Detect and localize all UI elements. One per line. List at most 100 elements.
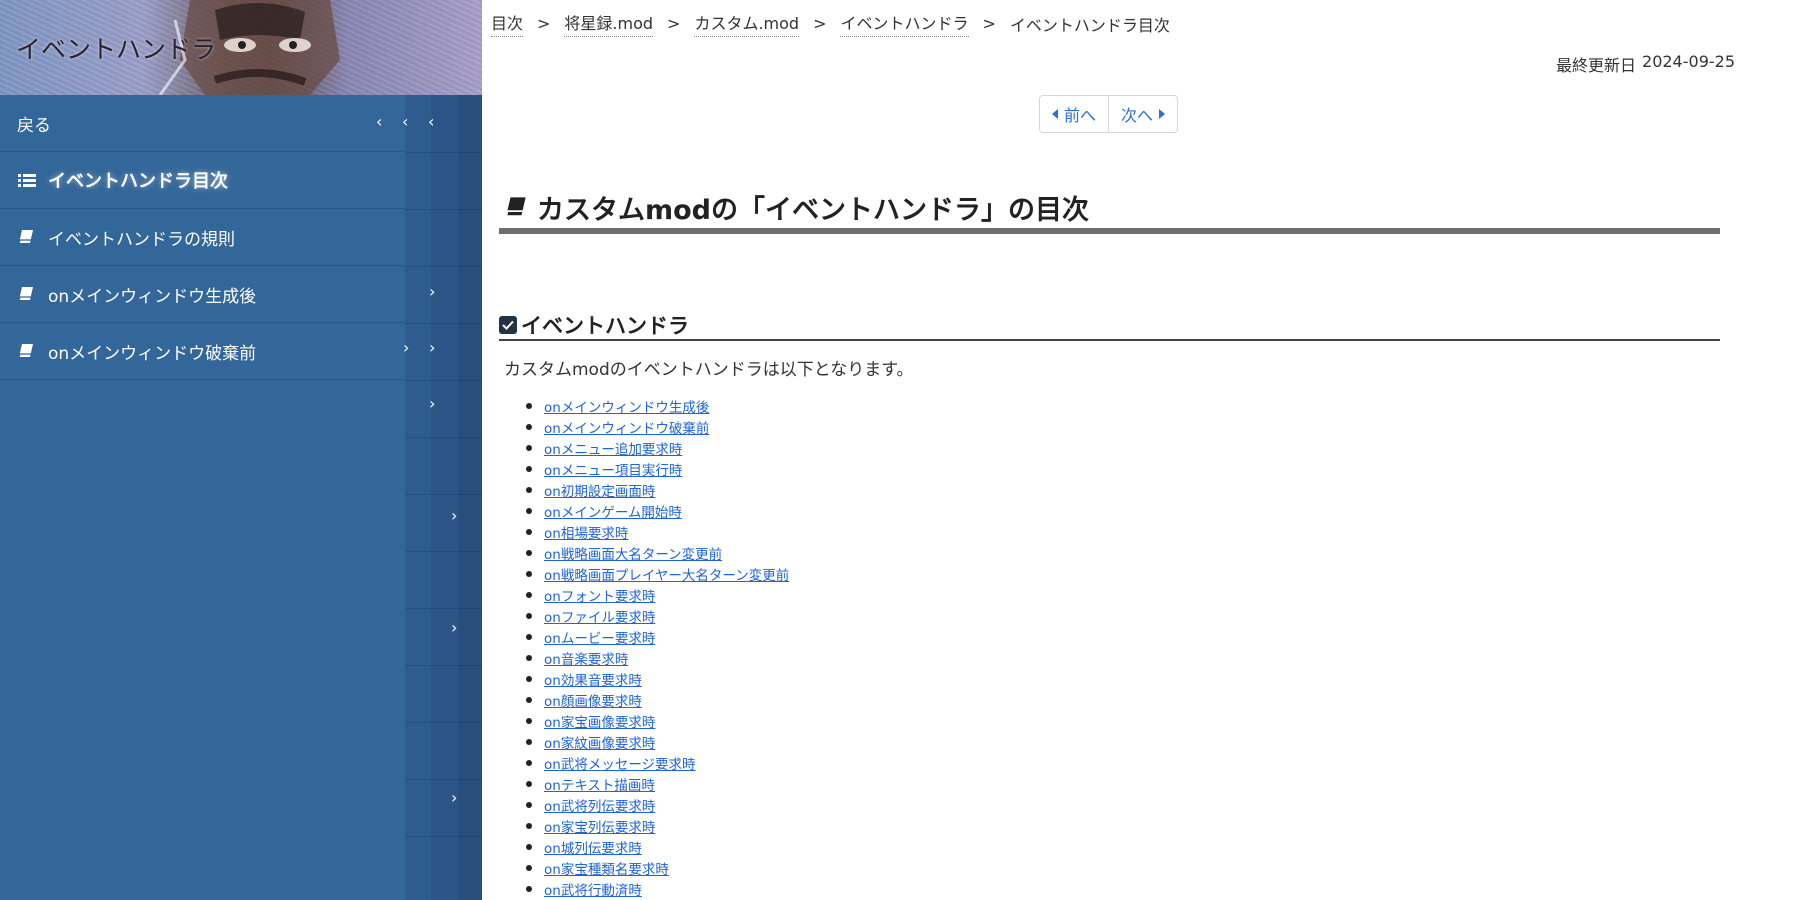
breadcrumb-item[interactable]: イベントハンドラ [840, 10, 969, 37]
book-icon [18, 286, 38, 302]
handler-link[interactable]: on家宝列伝要求時 [544, 816, 655, 836]
handler-link[interactable]: on家宝種類名要求時 [544, 858, 669, 878]
list-item: onメニュー追加要求時 [526, 437, 789, 458]
handler-list: onメインウィンドウ生成後 onメインウィンドウ破棄前 onメニュー追加要求時 onメ… [526, 395, 789, 899]
last-updated-date: 2024-09-25 [1642, 52, 1735, 71]
pager: 前へ 次へ [1039, 95, 1179, 133]
sidebar-item-rules[interactable]: イベントハンドラの規則 [0, 209, 405, 266]
handler-link[interactable]: on城列伝要求時 [544, 837, 642, 857]
chevron-right-icon[interactable]: › [451, 788, 457, 807]
chevron-right-icon[interactable]: › [429, 338, 435, 357]
handler-link[interactable]: onメインウィンドウ破棄前 [544, 417, 709, 437]
bullet [526, 486, 532, 493]
breadcrumb-item[interactable]: カスタム.mod [694, 10, 800, 37]
breadcrumb-item[interactable]: 将星録.mod [564, 10, 654, 37]
breadcrumb-current: イベントハンドラ目次 [1009, 15, 1170, 35]
handler-link[interactable]: on武将メッセージ要求時 [544, 753, 696, 773]
bullet [526, 717, 532, 724]
handler-link[interactable]: on音楽要求時 [544, 648, 628, 668]
handler-link[interactable]: on相場要求時 [544, 522, 628, 542]
chevron-left-icon[interactable]: ‹ [428, 112, 434, 131]
list-item: on家宝列伝要求時 [526, 815, 789, 836]
last-updated-label: 最終更新日 [1556, 56, 1637, 75]
list-item: onメインウィンドウ生成後 [526, 395, 789, 416]
handler-link[interactable]: onムービー要求時 [544, 627, 655, 647]
list-item: on武将行動済時 [526, 878, 789, 899]
bullet [526, 402, 532, 409]
bullet [526, 654, 532, 661]
list-item: onフォント要求時 [526, 584, 789, 605]
handler-link[interactable]: on顔画像要求時 [544, 690, 642, 710]
sidebar-menu: 戻る イベントハンドラ目次 イベントハンドラの規則 onメインウィンドウ生成後 … [0, 95, 405, 380]
handler-link[interactable]: on家紋画像要求時 [544, 732, 655, 752]
list-item: onムービー要求時 [526, 626, 789, 647]
list-item: on相場要求時 [526, 521, 789, 542]
handler-link[interactable]: on戦略画面大名ターン変更前 [544, 543, 722, 563]
handler-link[interactable]: onメインゲーム開始時 [544, 501, 682, 521]
bullet [526, 591, 532, 598]
chevron-right-icon[interactable]: › [451, 618, 457, 637]
back-label: 戻る [17, 115, 51, 136]
caret-left-icon [1052, 109, 1058, 119]
handler-link[interactable]: on戦略画面プレイヤー大名ターン変更前 [544, 564, 789, 584]
sidebar-item-label: onメインウィンドウ破棄前 [48, 343, 257, 364]
list-item: on武将メッセージ要求時 [526, 752, 789, 773]
bullet [526, 822, 532, 829]
list-item: onテキスト描画時 [526, 773, 789, 794]
book-icon [505, 196, 527, 218]
sidebar-item-label: onメインウィンドウ生成後 [48, 286, 257, 307]
chevron-left-icon[interactable]: ‹ [402, 112, 408, 131]
handler-link[interactable]: onメインウィンドウ生成後 [544, 396, 709, 416]
breadcrumb-item[interactable]: 目次 [491, 10, 524, 37]
handler-link[interactable]: onファイル要求時 [544, 606, 655, 626]
list-item: on家宝種類名要求時 [526, 857, 789, 878]
bullet [526, 696, 532, 703]
list-item: on顔画像要求時 [526, 689, 789, 710]
chevron-right-icon[interactable]: › [429, 394, 435, 413]
bullet [526, 570, 532, 577]
list-item: onメインゲーム開始時 [526, 500, 789, 521]
site-title[interactable]: イベントハンドラ [16, 30, 216, 66]
bullet [526, 549, 532, 556]
handler-link[interactable]: onテキスト描画時 [544, 774, 655, 794]
handler-link[interactable]: on武将列伝要求時 [544, 795, 655, 815]
bullet [526, 843, 532, 850]
chevron-right-icon[interactable]: › [403, 338, 409, 357]
handler-link[interactable]: on初期設定画面時 [544, 480, 655, 500]
checkbox-checked-icon [499, 315, 517, 334]
list-item: on初期設定画面時 [526, 479, 789, 500]
bullet [526, 444, 532, 451]
bullet [526, 633, 532, 640]
list-item: onメニュー項目実行時 [526, 458, 789, 479]
handler-link[interactable]: onフォント要求時 [544, 585, 655, 605]
sidebar-item-label: イベントハンドラの規則 [48, 229, 235, 250]
list-item: on戦略画面プレイヤー大名ターン変更前 [526, 563, 789, 584]
handler-link[interactable]: on効果音要求時 [544, 669, 642, 689]
sidebar-item-on-main-window-destroy[interactable]: onメインウィンドウ破棄前 [0, 323, 405, 380]
list-item: on城列伝要求時 [526, 836, 789, 857]
sidebar-item-on-main-window-created[interactable]: onメインウィンドウ生成後 [0, 266, 405, 323]
next-button[interactable]: 次へ [1108, 96, 1178, 132]
chevron-left-icon[interactable]: ‹ [376, 112, 382, 131]
bullet [526, 885, 532, 892]
page-title: カスタムmodの「イベントハンドラ」の目次 [499, 186, 1720, 234]
sidebar-item-event-handler-index[interactable]: イベントハンドラ目次 [0, 152, 405, 209]
handler-link[interactable]: on武将行動済時 [544, 879, 642, 899]
chevron-right-icon[interactable]: › [451, 506, 457, 525]
handler-link[interactable]: on家宝画像要求時 [544, 711, 655, 731]
sidebar-item-label: イベントハンドラ目次 [48, 171, 228, 192]
main-content: 目次 > 将星録.mod > カスタム.mod > イベントハンドラ > イベン… [482, 0, 1800, 900]
list-item: onメインウィンドウ破棄前 [526, 416, 789, 437]
bullet [526, 507, 532, 514]
bullet [526, 675, 532, 682]
chevron-right-icon[interactable]: › [429, 282, 435, 301]
bullet [526, 738, 532, 745]
bullet [526, 864, 532, 871]
prev-button[interactable]: 前へ [1040, 96, 1109, 132]
handler-link[interactable]: onメニュー追加要求時 [544, 438, 682, 458]
back-button[interactable]: 戻る [0, 95, 405, 152]
last-updated: 最終更新日 2024-09-25 [1556, 52, 1735, 76]
bullet [526, 423, 532, 430]
book-icon [18, 343, 38, 359]
handler-link[interactable]: onメニュー項目実行時 [544, 459, 682, 479]
